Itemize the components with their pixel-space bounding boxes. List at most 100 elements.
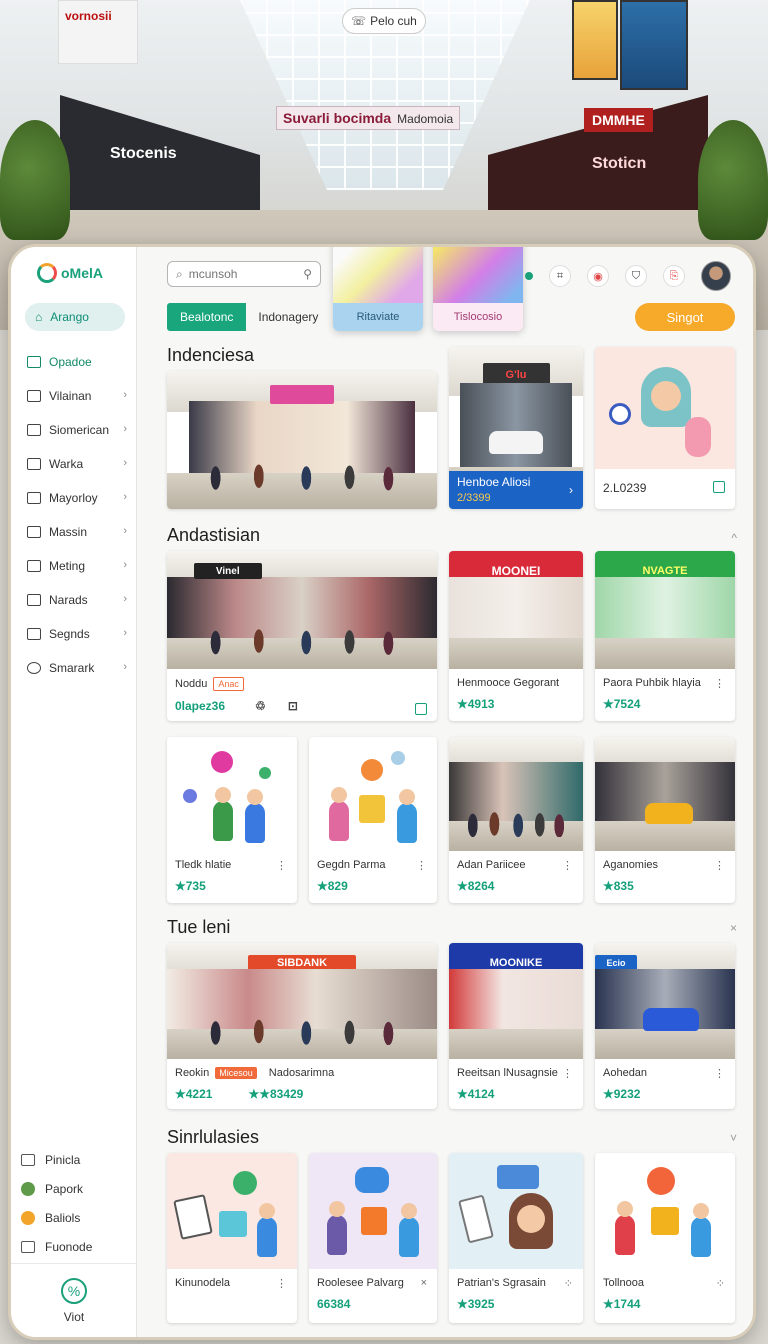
backdrop-search-pill: ☏ Pelo cuh (342, 8, 426, 34)
app-window: oMelA ⌂ Arango Opadoe Vilainan › Siomeric… (8, 244, 756, 1340)
store-sign-red: DMMHE (584, 108, 653, 132)
more-icon[interactable]: ⋮ (276, 1277, 287, 1290)
grid-icon[interactable]: ⁘ (716, 1277, 725, 1290)
tag-icon (27, 492, 41, 504)
sidebar-footer[interactable]: % Viot (11, 1263, 137, 1337)
sidebar-item-6[interactable]: Meting › (25, 549, 129, 583)
external-link-icon[interactable] (415, 703, 427, 715)
woman-palette-illustration (449, 1153, 583, 1269)
avatar[interactable] (701, 261, 731, 291)
more-icon[interactable]: ⋮ (562, 1067, 573, 1080)
sidebar-item-3[interactable]: Warka › (25, 447, 129, 481)
sidebar-item-9[interactable]: Smarark › (25, 651, 129, 685)
kids-music-illustration (167, 737, 297, 851)
sidebar-item-7[interactable]: Narads › (25, 583, 129, 617)
section-title-3: Sinrlulasies (167, 1127, 260, 1147)
store-card-2[interactable]: NVAGTE Paora Puhbik hlayia ⋮ ★7524 (595, 551, 735, 721)
online-status-icon (525, 272, 533, 280)
bookmark-icon[interactable]: ⎘ (663, 265, 685, 287)
notification-icon[interactable]: ◉ (587, 265, 609, 287)
sidebar-item-active[interactable]: ⌂ Arango (25, 303, 125, 331)
store-photo (449, 737, 583, 851)
more-icon[interactable]: ⋮ (714, 859, 725, 872)
sidebar-item-8[interactable]: Segnds › (25, 617, 129, 651)
plant-left (0, 120, 70, 240)
app-logo[interactable]: oMelA (37, 263, 103, 283)
popup-card-0[interactable]: Ritaviate (333, 247, 423, 331)
hanging-banner-mid: Suvarli bocimda Madomoia (276, 106, 461, 130)
chevron-down-icon[interactable]: ˅ (730, 1131, 737, 1145)
store-photo: NVAGTE (595, 551, 735, 669)
tab-1[interactable]: Indonagery (246, 303, 330, 331)
sidebar-bottom-item-1[interactable]: Papork (21, 1174, 131, 1203)
illustration-card-5[interactable]: Tollnooa ⁘ ★1744 (595, 1153, 735, 1323)
search-icon: ⌕ (176, 266, 183, 281)
chevron-right-icon: › (123, 593, 127, 605)
sidebar-item-1[interactable]: Vilainan › (25, 379, 129, 413)
calendar-icon (21, 1153, 35, 1166)
popup-card-1[interactable]: Tislocosio (433, 247, 523, 331)
sidebar-item-4[interactable]: Mayorloy › (25, 481, 129, 515)
store-card-7[interactable]: Ecio Aohedan ⋮ ★9232 (595, 943, 735, 1109)
more-icon[interactable]: ⋮ (416, 859, 427, 872)
store-card-1[interactable]: MOONEI Henmooce Gegorant ★4913 (449, 551, 583, 721)
more-icon[interactable]: ⋮ (562, 859, 573, 872)
more-icon[interactable]: ⋮ (714, 677, 725, 690)
tab-0[interactable]: Bealotonc (167, 303, 247, 331)
more-icon[interactable]: ⋮ (276, 859, 287, 872)
store-card-0[interactable]: Vinel Noddu Anac 0lapez36 ♲ ⊡ (167, 551, 437, 721)
signup-button[interactable]: Singot (635, 303, 735, 331)
chevron-right-icon: › (123, 559, 127, 571)
external-link-icon[interactable] (713, 481, 725, 493)
chevron-right-icon: › (123, 423, 127, 435)
chevron-right-icon: › (123, 389, 127, 401)
sidebar-item-0[interactable]: Opadoe (25, 345, 129, 379)
illustration-card-2[interactable]: Kinunodela ⋮ (167, 1153, 297, 1323)
store-photo: Ecio (595, 943, 735, 1059)
illustration-card-0[interactable]: Tledk hlatie ⋮ ★735 (167, 737, 297, 903)
illustration-card-3[interactable]: Roolesee Palvarg × 66384 (309, 1153, 437, 1323)
sidebar-bottom-item-2[interactable]: Baliols (21, 1203, 131, 1232)
feature-card-2[interactable]: 2.L0239 (595, 347, 735, 509)
grid-icon[interactable]: ⁘ (564, 1277, 573, 1290)
store-card-6[interactable]: MOONIKE Reeitsan lNusagnsie ⋮ ★4124 (449, 943, 583, 1109)
search-input[interactable] (188, 267, 298, 281)
tag-icon (27, 424, 41, 436)
feature-card-0[interactable] (167, 371, 437, 509)
store-sign-left: Stocenis (110, 145, 177, 162)
hijab-woman-illustration (595, 347, 735, 469)
shopping-illustration (167, 1153, 297, 1269)
search-icon[interactable]: ⚲ (303, 267, 312, 281)
sidebar: oMelA ⌂ Arango Opadoe Vilainan › Siomeric… (11, 247, 137, 1337)
calendar-icon (21, 1240, 35, 1253)
chevron-up-icon[interactable]: ^ (731, 531, 737, 545)
more-icon[interactable]: ⋮ (714, 1067, 725, 1080)
clock-icon (27, 662, 41, 674)
status-badge: Anac (213, 677, 244, 691)
sidebar-bottom-item-0[interactable]: Pinicla (21, 1145, 131, 1174)
poster-right (620, 0, 688, 90)
painting-kids-illustration (309, 1153, 437, 1269)
store-card-5[interactable]: SIBDANK Reokin Micesou Nadosarimna ★4221 ★★… (167, 943, 437, 1109)
store-photo: MOONEI (449, 551, 583, 669)
store-card-4[interactable]: Aganomies ⋮ ★835 (595, 737, 735, 903)
folder-icon (27, 356, 41, 368)
store-sign-right: Stoticn (592, 155, 647, 172)
share-icon[interactable]: ♲ (255, 699, 266, 713)
shield-icon[interactable]: ⛉ (625, 265, 647, 287)
illustration-card-4[interactable]: Patrian's Sgrasain ⁘ ★3925 (449, 1153, 583, 1323)
illustration-card-1[interactable]: Gegdn Parma ⋮ ★829 (309, 737, 437, 903)
close-icon[interactable]: × (421, 1277, 427, 1289)
section-title-2: Tue leni (167, 917, 231, 937)
crop-icon[interactable]: ⌗ (549, 265, 571, 287)
kids-basket-illustration (595, 1153, 735, 1269)
sidebar-bottom-item-3[interactable]: Fuonode (21, 1232, 131, 1261)
close-icon[interactable]: × (730, 921, 737, 935)
gradient-swatch (333, 247, 423, 303)
sidebar-item-5[interactable]: Massin › (25, 515, 129, 549)
sidebar-item-2[interactable]: Siomerican › (25, 413, 129, 447)
cart-icon[interactable]: ⊡ (288, 699, 298, 713)
percent-icon: % (61, 1278, 87, 1304)
feature-card-1[interactable]: G'lu Henboe Aliosi 2/3399 › (449, 347, 583, 509)
store-card-3[interactable]: Adan Pariicee ⋮ ★8264 (449, 737, 583, 903)
